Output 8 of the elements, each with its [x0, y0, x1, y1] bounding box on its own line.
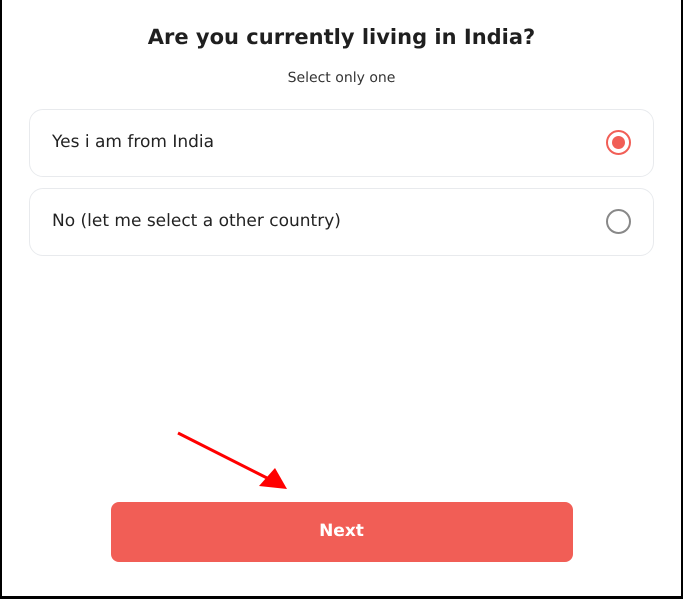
option-label: No (let me select a other country) [52, 210, 341, 233]
option-card[interactable]: Yes i am from India [29, 108, 654, 176]
option-label: Yes i am from India [52, 130, 214, 154]
option-card[interactable]: No (let me select a other country) [29, 188, 654, 256]
radio-button[interactable] [606, 130, 631, 155]
question-title: Are you currently living in India? [148, 24, 536, 51]
instruction-text: Select only one [288, 68, 396, 88]
radio-button[interactable] [606, 209, 631, 234]
